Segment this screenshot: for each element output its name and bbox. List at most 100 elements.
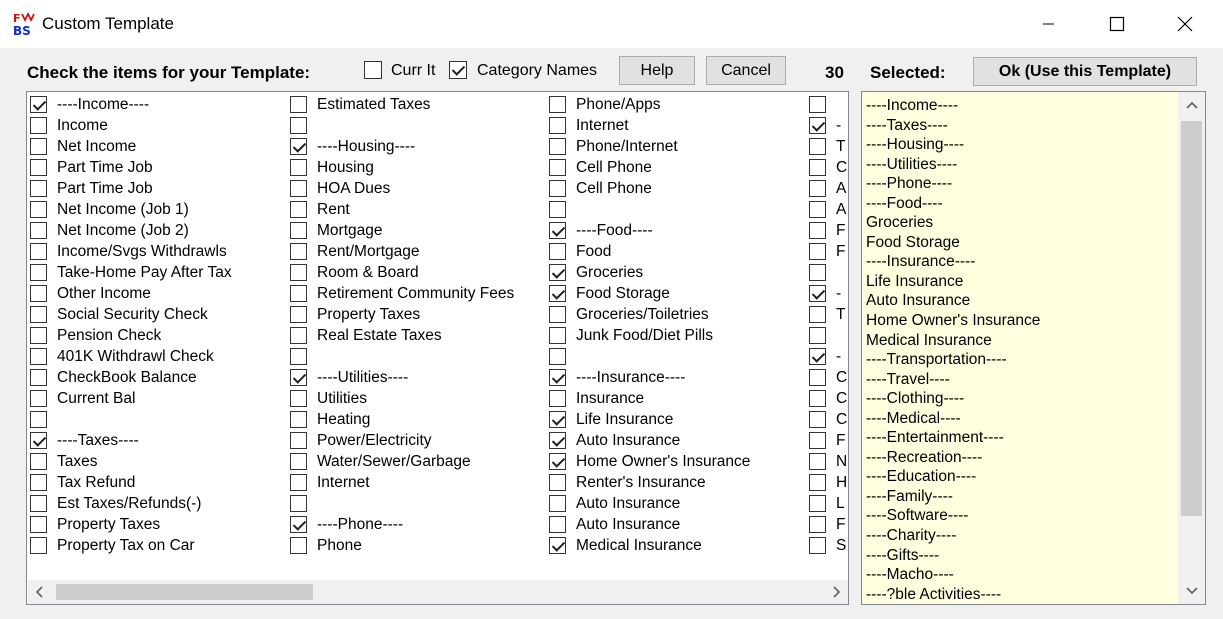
- item-checkbox[interactable]: [809, 432, 826, 449]
- item-checkbox[interactable]: [549, 180, 566, 197]
- item-checkbox[interactable]: [290, 306, 307, 323]
- item-checkbox[interactable]: [809, 369, 826, 386]
- item-checkbox[interactable]: [30, 96, 47, 113]
- item-checkbox[interactable]: [809, 411, 826, 428]
- item-checkbox[interactable]: [290, 285, 307, 302]
- item-checkbox[interactable]: [549, 495, 566, 512]
- item-checkbox[interactable]: [549, 537, 566, 554]
- item-checkbox[interactable]: [549, 243, 566, 260]
- item-checkbox[interactable]: [549, 411, 566, 428]
- item-checkbox[interactable]: [290, 201, 307, 218]
- selected-list-item[interactable]: ----Family----: [866, 487, 1176, 507]
- item-checkbox[interactable]: [30, 474, 47, 491]
- ok-use-template-button[interactable]: Ok (Use this Template): [973, 57, 1197, 86]
- item-checkbox[interactable]: [809, 306, 826, 323]
- item-checkbox[interactable]: [30, 159, 47, 176]
- item-checkbox[interactable]: [549, 138, 566, 155]
- item-checkbox[interactable]: [809, 537, 826, 554]
- item-checkbox[interactable]: [30, 201, 47, 218]
- item-checkbox[interactable]: [809, 453, 826, 470]
- item-checkbox[interactable]: [30, 264, 47, 281]
- selected-list-item[interactable]: Home Owner's Insurance: [866, 311, 1176, 331]
- item-checkbox[interactable]: [809, 222, 826, 239]
- item-checkbox[interactable]: [30, 495, 47, 512]
- item-checkbox[interactable]: [30, 390, 47, 407]
- item-checkbox[interactable]: [549, 453, 566, 470]
- selected-list-item[interactable]: ----Transportation----: [866, 350, 1176, 370]
- selected-list-item[interactable]: ----?ble Activities----: [866, 585, 1176, 604]
- selected-list-item[interactable]: ----Utilities----: [866, 155, 1176, 175]
- selected-list-item[interactable]: Groceries: [866, 213, 1176, 233]
- item-checkbox[interactable]: [809, 159, 826, 176]
- selected-list-item[interactable]: ----Travel----: [866, 370, 1176, 390]
- item-checkbox[interactable]: [290, 432, 307, 449]
- item-checkbox[interactable]: [549, 369, 566, 386]
- item-checkbox[interactable]: [809, 516, 826, 533]
- item-checkbox[interactable]: [809, 201, 826, 218]
- item-checkbox[interactable]: [809, 117, 826, 134]
- selected-list-item[interactable]: ----Food----: [866, 194, 1176, 214]
- item-checkbox[interactable]: [549, 201, 566, 218]
- item-checkbox[interactable]: [30, 369, 47, 386]
- help-button[interactable]: Help: [619, 56, 695, 85]
- item-checkbox[interactable]: [290, 390, 307, 407]
- item-checkbox[interactable]: [290, 516, 307, 533]
- selected-list-item[interactable]: Food Storage: [866, 233, 1176, 253]
- item-checkbox[interactable]: [30, 516, 47, 533]
- item-checkbox[interactable]: [809, 96, 826, 113]
- item-checkbox[interactable]: [30, 138, 47, 155]
- item-checkbox[interactable]: [30, 453, 47, 470]
- selected-list-item[interactable]: ----Macho----: [866, 565, 1176, 585]
- maximize-button[interactable]: [1083, 0, 1151, 48]
- item-checkbox[interactable]: [30, 117, 47, 134]
- item-checkbox[interactable]: [809, 474, 826, 491]
- item-checkbox[interactable]: [549, 222, 566, 239]
- selected-list-item[interactable]: Auto Insurance: [866, 291, 1176, 311]
- item-checkbox[interactable]: [809, 180, 826, 197]
- horizontal-scrollbar[interactable]: [28, 580, 848, 604]
- selected-list-item[interactable]: ----Charity----: [866, 526, 1176, 546]
- item-checkbox[interactable]: [30, 432, 47, 449]
- scroll-right-button[interactable]: [824, 580, 848, 604]
- item-checkbox[interactable]: [290, 117, 307, 134]
- item-checkbox[interactable]: [809, 264, 826, 281]
- scroll-up-button[interactable]: [1178, 94, 1205, 118]
- vertical-scrollbar[interactable]: [1178, 92, 1205, 604]
- item-checkbox[interactable]: [290, 180, 307, 197]
- item-checkbox[interactable]: [549, 285, 566, 302]
- selected-list-item[interactable]: ----Gifts----: [866, 546, 1176, 566]
- item-checkbox[interactable]: [30, 537, 47, 554]
- item-checkbox[interactable]: [290, 96, 307, 113]
- item-checkbox[interactable]: [549, 327, 566, 344]
- item-checkbox[interactable]: [30, 180, 47, 197]
- item-checkbox[interactable]: [290, 495, 307, 512]
- selected-list-item[interactable]: ----Housing----: [866, 135, 1176, 155]
- cancel-button[interactable]: Cancel: [706, 56, 786, 85]
- item-checkbox[interactable]: [290, 222, 307, 239]
- template-checklist[interactable]: ----Income---- Income Net Income Part Time …: [26, 91, 849, 605]
- item-checkbox[interactable]: [290, 411, 307, 428]
- item-checkbox[interactable]: [30, 285, 47, 302]
- selected-list-item[interactable]: ----Income----: [866, 96, 1176, 116]
- selected-list-item[interactable]: Life Insurance: [866, 272, 1176, 292]
- vertical-scroll-thumb[interactable]: [1181, 121, 1202, 516]
- item-checkbox[interactable]: [549, 348, 566, 365]
- item-checkbox[interactable]: [549, 432, 566, 449]
- item-checkbox[interactable]: [290, 537, 307, 554]
- item-checkbox[interactable]: [809, 327, 826, 344]
- item-checkbox[interactable]: [809, 495, 826, 512]
- item-checkbox[interactable]: [290, 138, 307, 155]
- item-checkbox[interactable]: [549, 159, 566, 176]
- item-checkbox[interactable]: [549, 96, 566, 113]
- item-checkbox[interactable]: [549, 264, 566, 281]
- selected-list-item[interactable]: ----Phone----: [866, 174, 1176, 194]
- item-checkbox[interactable]: [809, 390, 826, 407]
- selected-list-item[interactable]: ----Recreation----: [866, 448, 1176, 468]
- selected-list-item[interactable]: ----Taxes----: [866, 116, 1176, 136]
- item-checkbox[interactable]: [290, 474, 307, 491]
- close-button[interactable]: [1151, 0, 1219, 48]
- item-checkbox[interactable]: [290, 327, 307, 344]
- scroll-down-button[interactable]: [1178, 578, 1205, 602]
- item-checkbox[interactable]: [30, 306, 47, 323]
- selected-list-item[interactable]: ----Clothing----: [866, 389, 1176, 409]
